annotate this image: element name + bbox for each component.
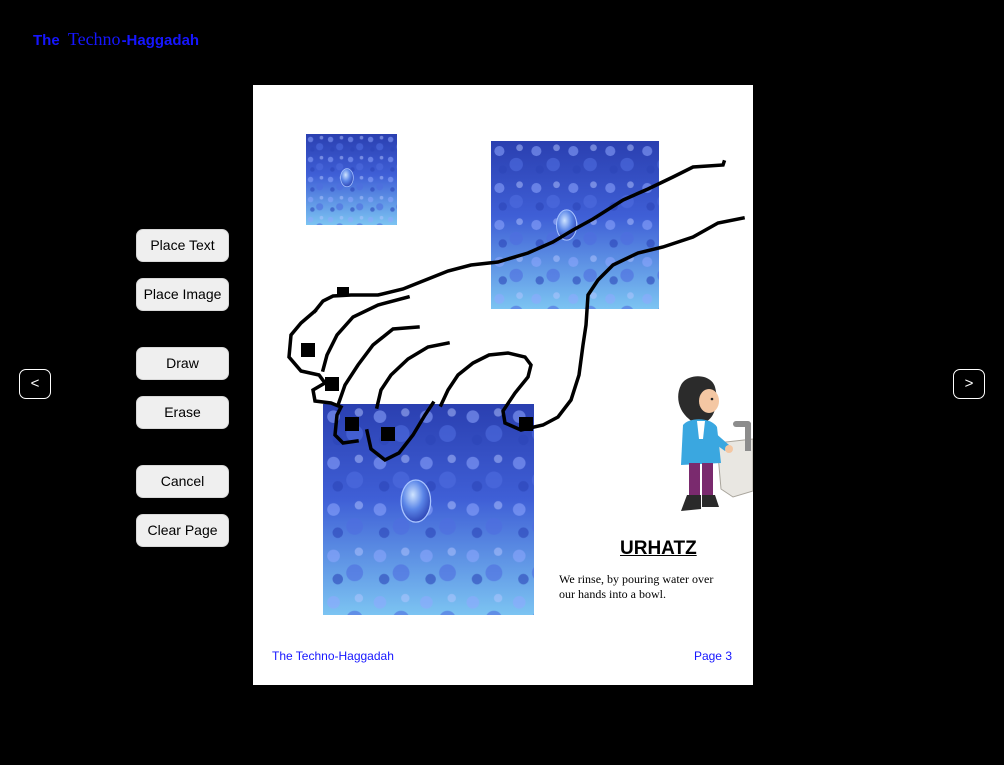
next-page-button[interactable]: >: [953, 369, 985, 399]
page-number: Page 3: [693, 649, 732, 663]
water-droplet-image-large[interactable]: [323, 404, 534, 615]
place-image-button[interactable]: Place Image: [136, 278, 229, 311]
page-heading: URHATZ: [620, 538, 697, 559]
prev-page-button[interactable]: <: [19, 369, 51, 399]
app-title-the: The: [33, 32, 60, 49]
water-droplet-image-medium[interactable]: [491, 141, 659, 309]
place-text-button[interactable]: Place Text: [136, 229, 229, 262]
haggadah-page-canvas[interactable]: URHATZ We rinse, by pouring water over o…: [253, 85, 753, 685]
cancel-button[interactable]: Cancel: [136, 465, 229, 498]
page-footer-title: The Techno-Haggadah: [272, 649, 394, 663]
erase-button[interactable]: Erase: [136, 396, 229, 429]
page-body-text: We rinse, by pouring water over our hand…: [559, 572, 714, 601]
app-root: The Techno-Haggadah < > Place Text Place…: [0, 0, 1004, 765]
clear-page-button[interactable]: Clear Page: [136, 514, 229, 547]
app-title-techno: Techno: [67, 29, 121, 49]
app-title: The Techno-Haggadah: [33, 29, 199, 50]
draw-button[interactable]: Draw: [136, 347, 229, 380]
app-title-haggadah: -Haggadah: [121, 32, 200, 49]
water-droplet-image-small[interactable]: [306, 134, 397, 225]
figure-washing-hands[interactable]: [671, 373, 753, 517]
